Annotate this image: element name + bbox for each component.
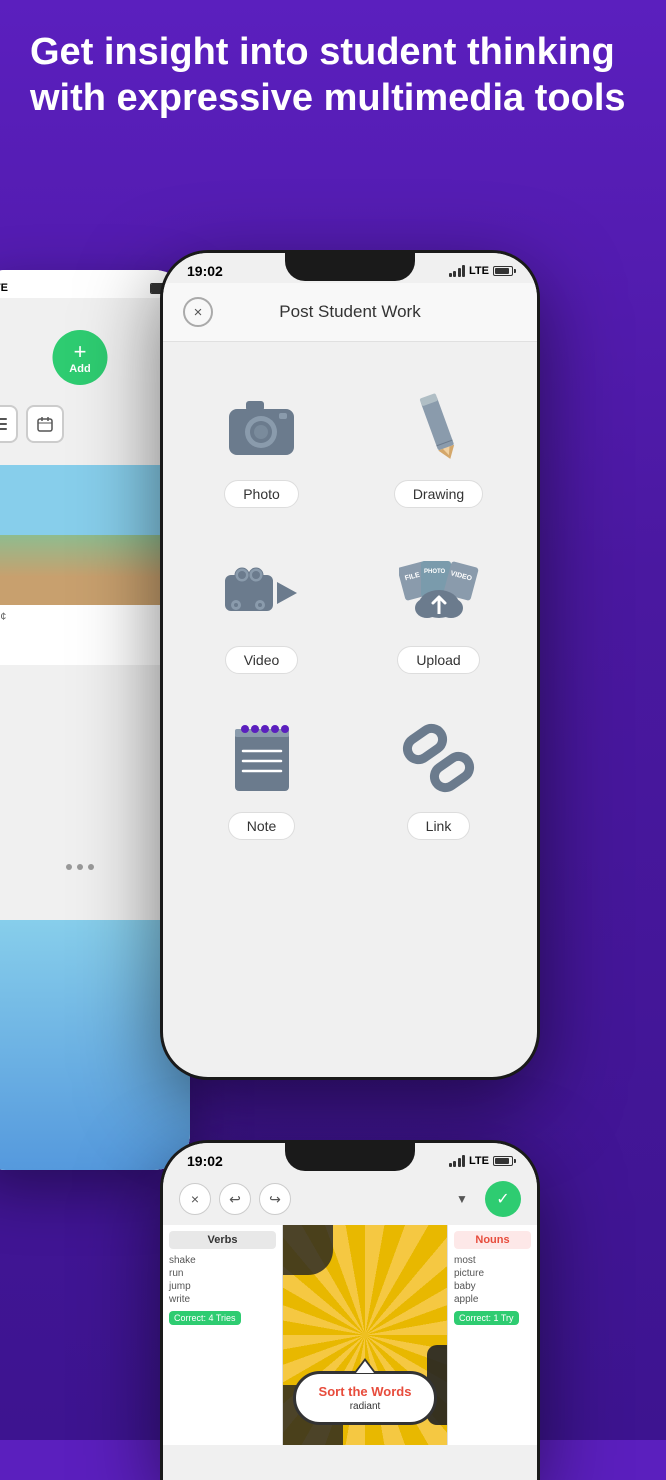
note-label: Note: [228, 812, 296, 840]
options-grid: Photo Drawing: [163, 342, 537, 880]
bottom-battery-icon: [493, 1156, 513, 1166]
bottom-close-button[interactable]: ×: [179, 1183, 211, 1215]
left-toolbar: [0, 405, 64, 443]
dot-2: [77, 864, 83, 870]
add-plus-icon: +: [74, 341, 87, 363]
bottom-notch: [285, 1143, 415, 1171]
bottom-lte-text: LTE: [469, 1155, 489, 1167]
calendar-button[interactable]: [26, 405, 64, 443]
add-button[interactable]: + Add: [53, 330, 108, 385]
verb-word-4: write: [169, 1294, 276, 1305]
signal-bar-1: [449, 273, 452, 277]
upload-option[interactable]: FILE PHOTO VIDEO: [350, 528, 527, 694]
bottom-status-right: LTE: [449, 1155, 513, 1167]
left-card: 10¢: [0, 465, 182, 665]
noun-word-2: picture: [454, 1268, 531, 1279]
dot-3: [88, 864, 94, 870]
game-content: Verbs shake run jump write Correct: 4 Tr…: [163, 1225, 537, 1445]
main-status-right: LTE: [449, 265, 513, 277]
link-label: Link: [407, 812, 471, 840]
video-icon: [222, 552, 302, 632]
note-option[interactable]: Note: [173, 694, 350, 860]
nouns-panel: Nouns most picture baby apple Correct: 1…: [447, 1225, 537, 1445]
bottom-signal-bar-2: [453, 1161, 456, 1167]
phone-bottom: 19:02 LTE × ↩ ↪ ▼ ✓: [160, 1140, 540, 1480]
left-card-price: 10¢: [0, 605, 182, 629]
sort-words-sub: radiant: [310, 1401, 420, 1412]
verb-word-3: jump: [169, 1281, 276, 1292]
upload-label: Upload: [397, 646, 479, 674]
left-dots: [66, 864, 94, 870]
video-option[interactable]: Video: [173, 528, 350, 694]
bottom-signal-icon: [449, 1155, 466, 1167]
speech-bubble: Sort the Words radiant: [293, 1371, 437, 1425]
modal-title: Post Student Work: [213, 302, 487, 322]
main-notch: [285, 253, 415, 281]
menu-button[interactable]: [0, 405, 18, 443]
phone-main: 19:02 LTE × Post Student Work: [160, 250, 540, 1080]
noun-word-1: most: [454, 1255, 531, 1266]
nouns-correct-badge: Correct: 1 Try: [454, 1311, 519, 1325]
main-time: 19:02: [187, 263, 223, 279]
verbs-title: Verbs: [169, 1231, 276, 1249]
drawing-label: Drawing: [394, 480, 483, 508]
header-text: Get insight into student thinking with e…: [30, 30, 636, 121]
verb-word-2: run: [169, 1268, 276, 1279]
noun-word-3: baby: [454, 1281, 531, 1292]
bottom-signal-bar-4: [462, 1155, 465, 1167]
link-icon: [399, 718, 479, 798]
bottom-toolbar: × ↩ ↪ ▼ ✓: [163, 1173, 537, 1225]
drawing-option[interactable]: Drawing: [350, 362, 527, 528]
photo-option[interactable]: Photo: [173, 362, 350, 528]
photo-label: Photo: [224, 480, 299, 508]
comic-area: Sort the Words radiant: [283, 1225, 447, 1445]
signal-bar-3: [458, 268, 461, 277]
signal-icon: [449, 265, 466, 277]
corner-black-1: [283, 1225, 333, 1275]
note-icon: [222, 718, 302, 798]
bottom-check-button[interactable]: ✓: [485, 1181, 521, 1217]
signal-bar-2: [453, 271, 456, 277]
modal-close-button[interactable]: ×: [183, 297, 213, 327]
link-option[interactable]: Link: [350, 694, 527, 860]
signal-bar-4: [462, 265, 465, 277]
modal-header: × Post Student Work: [163, 283, 537, 342]
bottom-undo-button[interactable]: ↩: [219, 1183, 251, 1215]
verb-word-1: shake: [169, 1255, 276, 1266]
verbs-correct-badge: Correct: 4 Tries: [169, 1311, 241, 1325]
bottom-dropdown-button[interactable]: ▼: [447, 1184, 477, 1214]
video-label: Video: [225, 646, 299, 674]
drawing-icon: [399, 386, 479, 466]
bottom-time: 19:02: [187, 1153, 223, 1169]
photo-icon: [222, 386, 302, 466]
sort-words-title: Sort the Words: [310, 1384, 420, 1399]
noun-word-4: apple: [454, 1294, 531, 1305]
upload-icon: FILE PHOTO VIDEO: [399, 552, 479, 632]
dot-1: [66, 864, 72, 870]
verbs-panel: Verbs shake run jump write Correct: 4 Tr…: [163, 1225, 283, 1445]
bottom-signal-bar-1: [449, 1163, 452, 1167]
add-label: Add: [69, 363, 90, 375]
nouns-title: Nouns: [454, 1231, 531, 1249]
lte-text: LTE: [469, 265, 489, 277]
svg-text:PHOTO: PHOTO: [424, 569, 446, 575]
speech-bubble-tail: [353, 1358, 377, 1374]
bottom-redo-button[interactable]: ↪: [259, 1183, 291, 1215]
left-lte-text: LTE: [0, 282, 8, 294]
battery-icon: [493, 266, 513, 276]
left-card-image: [0, 465, 182, 605]
bottom-signal-bar-3: [458, 1158, 461, 1167]
